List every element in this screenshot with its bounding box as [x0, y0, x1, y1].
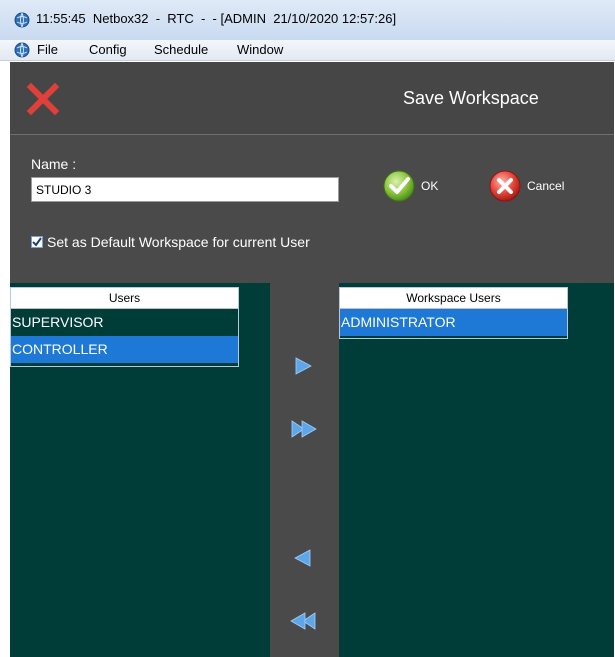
list-item[interactable]: CONTROLLER [11, 336, 238, 363]
workspace-users-panel: Workspace Users ADMINISTRATOR [339, 283, 614, 657]
ok-label: OK [421, 179, 439, 193]
workspace-users-list-header: Workspace Users [340, 288, 567, 309]
menu-bar: File Config Schedule Window [0, 40, 615, 61]
workspace-users-list[interactable]: Workspace Users ADMINISTRATOR [339, 287, 568, 339]
add-user-arrow-icon[interactable] [293, 356, 313, 376]
cancel-button[interactable]: Cancel [488, 169, 564, 203]
cancel-x-icon [489, 170, 521, 202]
remove-all-users-arrow-icon[interactable] [289, 611, 317, 631]
menu-window[interactable]: Window [237, 42, 283, 57]
users-list-header: Users [11, 288, 238, 309]
list-item[interactable]: ADMINISTRATOR [340, 309, 567, 336]
ok-button[interactable]: OK [382, 169, 438, 203]
name-label: Name : [31, 156, 77, 172]
users-list[interactable]: Users SUPERVISOR CONTROLLER [10, 287, 239, 367]
system-menu-globe-icon[interactable] [14, 42, 30, 58]
remove-user-arrow-icon[interactable] [293, 548, 313, 568]
menu-config[interactable]: Config [89, 42, 127, 57]
default-workspace-checkbox-row[interactable]: Set as Default Workspace for current Use… [31, 234, 310, 250]
menu-file[interactable]: File [37, 42, 58, 57]
window-titlebar[interactable]: 11:55:45 Netbox32 - RTC - - [ADMIN 21/10… [0, 0, 615, 40]
dialog-header: Save Workspace [10, 62, 614, 135]
close-icon[interactable] [26, 82, 60, 116]
users-panel: Users SUPERVISOR CONTROLLER [10, 283, 270, 657]
list-item[interactable]: SUPERVISOR [11, 309, 238, 336]
menu-schedule[interactable]: Schedule [154, 42, 208, 57]
dialog-title: Save Workspace [403, 88, 539, 108]
app-globe-icon[interactable] [14, 12, 30, 28]
default-workspace-label: Set as Default Workspace for current Use… [47, 234, 310, 250]
save-workspace-dialog: Save Workspace Name : OK [10, 62, 614, 657]
add-all-users-arrow-icon[interactable] [290, 419, 318, 439]
cancel-label: Cancel [527, 179, 565, 193]
ok-check-icon [383, 170, 415, 202]
window-title: 11:55:45 Netbox32 - RTC - - [ADMIN 21/10… [36, 11, 397, 26]
workspace-name-input[interactable] [31, 177, 339, 202]
checkmark-icon [32, 237, 42, 247]
default-workspace-checkbox[interactable] [31, 236, 43, 248]
